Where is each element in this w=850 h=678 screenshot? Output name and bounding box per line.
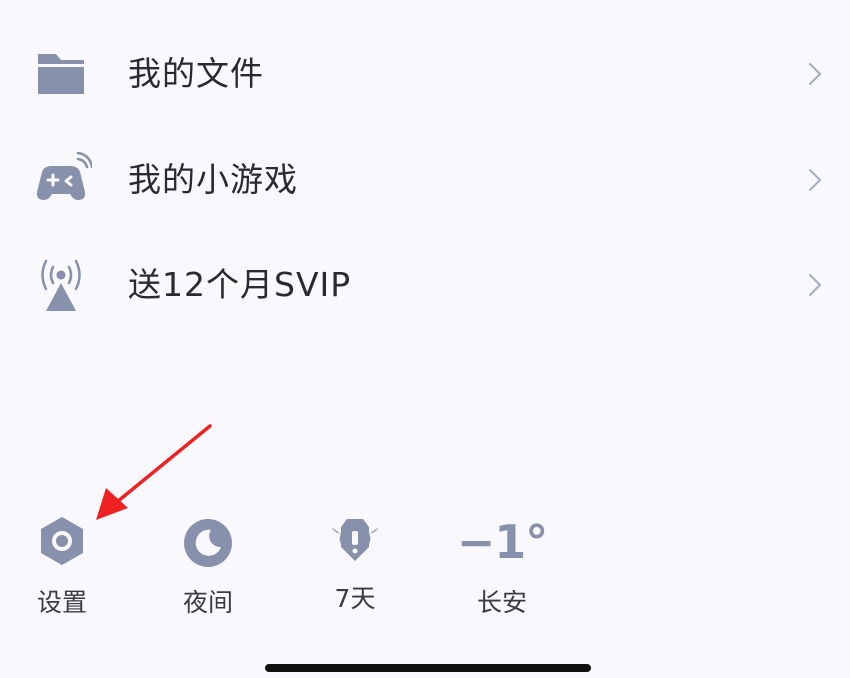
weather-widget[interactable]: −1° 长安 xyxy=(452,505,552,625)
chevron-right-icon xyxy=(806,166,824,194)
menu-item-my-minigames[interactable]: 我的小游戏 xyxy=(0,135,850,225)
city-label: 长安 xyxy=(476,588,527,617)
seven-day-badge-button[interactable]: 7天 xyxy=(305,505,405,625)
home-indicator[interactable] xyxy=(265,664,591,672)
menu-item-label: 我的小游戏 xyxy=(128,160,298,199)
hexagon-gear-icon xyxy=(34,513,90,569)
broadcast-tower-icon xyxy=(30,255,92,315)
menu-item-label: 我的文件 xyxy=(128,54,264,93)
menu-item-svip-promo[interactable]: 送12个月SVIP xyxy=(0,240,850,330)
chevron-right-icon xyxy=(806,271,824,299)
folder-icon xyxy=(30,44,92,104)
temperature-value: −1° xyxy=(456,515,549,569)
night-mode-button[interactable]: 夜间 xyxy=(158,505,258,625)
menu-item-label: 送12个月SVIP xyxy=(128,265,352,304)
chevron-right-icon xyxy=(806,60,824,88)
menu-item-my-files[interactable]: 我的文件 xyxy=(0,29,850,119)
gamepad-icon xyxy=(30,150,94,210)
settings-label: 设置 xyxy=(36,588,87,617)
moon-icon xyxy=(180,513,236,569)
winged-badge-icon xyxy=(327,513,383,569)
night-mode-label: 夜间 xyxy=(182,588,233,617)
settings-button[interactable]: 设置 xyxy=(12,505,112,625)
seven-day-label: 7天 xyxy=(334,584,376,613)
